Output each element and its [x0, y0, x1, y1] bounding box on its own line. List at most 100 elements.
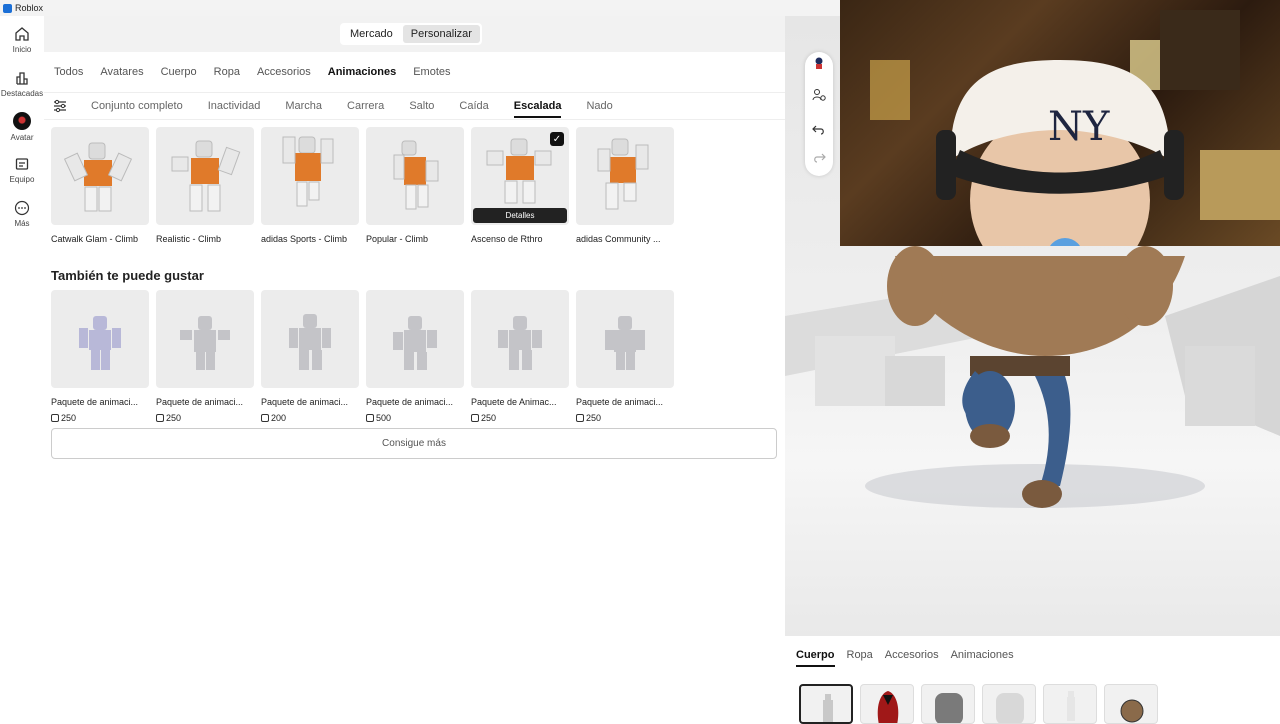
bottom-tab-accesorios[interactable]: Accesorios [885, 649, 939, 667]
item-card[interactable]: Realistic - Climb [156, 127, 254, 244]
figure-thumbnail [605, 316, 645, 370]
subtab-conjunto[interactable]: Conjunto completo [91, 100, 183, 118]
subtab-nado[interactable]: Nado [586, 100, 612, 118]
webcam-feed: NY [870, 10, 1280, 246]
svg-text:NY: NY [1048, 104, 1110, 150]
body-swatch[interactable] [860, 684, 914, 724]
window-titlebar: Roblox [0, 0, 840, 16]
body-swatch[interactable] [1043, 684, 1097, 724]
tab-animaciones[interactable]: Animaciones [324, 66, 400, 78]
item-card[interactable]: Catwalk Glam - Climb [51, 127, 149, 244]
subcategory-bar: Conjunto completo Inactividad Marcha Car… [44, 92, 785, 120]
market-button[interactable]: Mercado [342, 25, 401, 43]
nav-home[interactable]: Inicio [0, 26, 44, 54]
subtab-caida[interactable]: Caída [459, 100, 488, 118]
body-light-figure-icon [1067, 691, 1075, 721]
subtab-inactividad[interactable]: Inactividad [208, 100, 261, 118]
subtab-escalada[interactable]: Escalada [513, 100, 562, 118]
tab-avatares[interactable]: Avatares [96, 66, 147, 78]
item-card[interactable]: ✓ Detalles Ascenso de Rthro [471, 127, 569, 244]
recommended-card[interactable]: Paquete de animaci... 500 [366, 290, 464, 423]
bottom-tab-cuerpo[interactable]: Cuerpo [796, 649, 835, 667]
item-name: Ascenso de Rthro [471, 234, 543, 244]
nav-charts[interactable]: Destacadas [0, 70, 44, 98]
undo-icon[interactable] [812, 122, 826, 136]
bottom-tab-animaciones[interactable]: Animaciones [951, 649, 1014, 667]
equipped-check-icon: ✓ [550, 132, 564, 146]
recommended-card[interactable]: Paquete de animaci... 250 [51, 290, 149, 423]
body-swatch[interactable] [982, 684, 1036, 724]
nav-more-label: Más [14, 219, 30, 228]
item-name: Paquete de animaci... [261, 397, 349, 407]
home-icon [15, 27, 29, 41]
price-value: 250 [481, 413, 497, 423]
market-customize-toggle: Mercado Personalizar [340, 23, 482, 45]
climb-figure-thumbnail [63, 142, 133, 212]
recommended-grid: Paquete de animaci... 250 Paquete de ani… [51, 290, 674, 423]
nav-inventory[interactable]: Equipo [0, 156, 44, 184]
roblox-app-icon [3, 3, 12, 13]
item-price: 500 [366, 413, 464, 423]
item-price: 250 [471, 413, 569, 423]
category-tabs: Todos Avatares Cuerpo Ropa Accesorios An… [50, 66, 464, 78]
tab-ropa[interactable]: Ropa [210, 66, 244, 78]
avatar-icon [13, 112, 31, 130]
price-value: 500 [376, 413, 392, 423]
subtab-marcha[interactable]: Marcha [285, 100, 322, 118]
body-swatch[interactable] [799, 684, 853, 724]
figure-thumbnail [289, 314, 331, 370]
get-more-button[interactable]: Consigue más [51, 428, 777, 459]
redo-icon[interactable] [812, 150, 826, 164]
avatar-settings-icon[interactable] [812, 88, 826, 102]
robux-icon [366, 414, 374, 422]
details-button[interactable]: Detalles [473, 208, 567, 223]
robux-icon [51, 414, 59, 422]
item-name: Paquete de animaci... [366, 397, 454, 407]
skin-color-swatch[interactable] [1104, 684, 1158, 724]
item-thumbnail [51, 290, 149, 388]
body-swatch[interactable] [921, 684, 975, 724]
item-card[interactable]: adidas Sports - Climb [261, 127, 359, 244]
figure-thumbnail [180, 316, 230, 370]
tab-accesorios[interactable]: Accesorios [253, 66, 315, 78]
figure-thumbnail [498, 316, 542, 370]
avatar-thumb-icon[interactable] [812, 56, 826, 70]
customize-button[interactable]: Personalizar [402, 25, 480, 43]
item-name: Paquete de animaci... [51, 397, 139, 407]
head-light-icon [996, 693, 1024, 723]
viewport-toolbar [805, 52, 833, 176]
item-price: 200 [261, 413, 359, 423]
costume-icon [877, 691, 899, 723]
recommended-card[interactable]: Paquete de animaci... 200 [261, 290, 359, 423]
price-value: 200 [271, 413, 287, 423]
filter-icon[interactable] [53, 99, 67, 113]
item-name: adidas Sports - Climb [261, 234, 348, 244]
nav-home-label: Inicio [12, 45, 32, 54]
tab-emotes[interactable]: Emotes [409, 66, 454, 78]
bottom-tab-ropa[interactable]: Ropa [847, 649, 873, 667]
item-thumbnail [471, 290, 569, 388]
tab-todos[interactable]: Todos [50, 66, 87, 78]
item-name: Popular - Climb [366, 234, 429, 244]
item-card[interactable]: Popular - Climb [366, 127, 464, 244]
tab-cuerpo[interactable]: Cuerpo [157, 66, 201, 78]
price-value: 250 [166, 413, 182, 423]
nav-avatar[interactable]: Avatar [0, 112, 44, 142]
bottom-panel: Cuerpo Ropa Accesorios Animaciones [785, 636, 1280, 724]
item-thumbnail [156, 127, 254, 225]
item-price: 250 [51, 413, 149, 423]
recommended-card[interactable]: Paquete de animaci... 250 [576, 290, 674, 423]
item-price: 250 [156, 413, 254, 423]
recommended-card[interactable]: Paquete de animaci... 250 [156, 290, 254, 423]
subtab-salto[interactable]: Salto [409, 100, 434, 118]
charts-icon [16, 72, 28, 85]
recommended-card[interactable]: Paquete de Animac... 250 [471, 290, 569, 423]
nav-more[interactable]: Más [0, 200, 44, 228]
subtab-carrera[interactable]: Carrera [347, 100, 384, 118]
price-value: 250 [61, 413, 77, 423]
body-figure-icon [823, 694, 833, 722]
item-name: Catwalk Glam - Climb [51, 234, 139, 244]
nav-avatar-label: Avatar [10, 133, 34, 142]
climb-figure-thumbnail [597, 138, 649, 210]
item-card[interactable]: adidas Community ... [576, 127, 674, 244]
